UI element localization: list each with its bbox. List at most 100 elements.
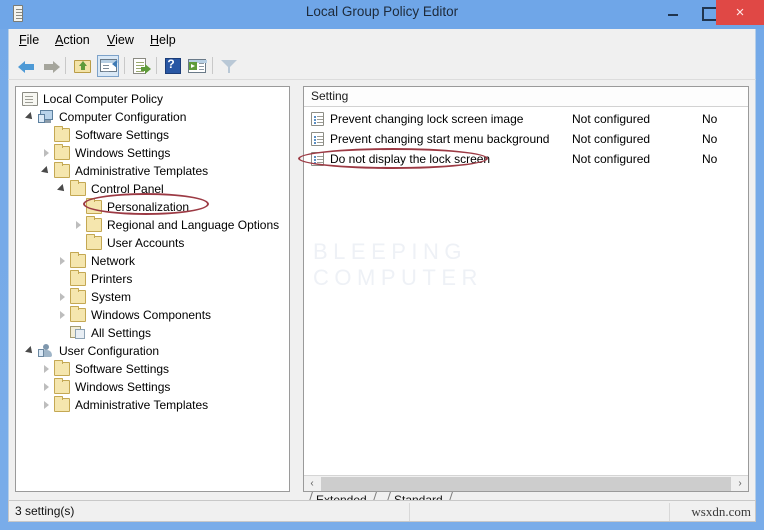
collapse-arrow-icon[interactable] [58,185,67,194]
tree-item[interactable]: Windows Settings [16,144,289,162]
menu-action-rest: ction [63,33,90,47]
collapse-arrow-icon[interactable] [26,347,35,356]
toolbar-separator-1 [65,57,66,74]
watermark-line-2: COMPUTER [313,265,483,290]
tree-item[interactable]: Windows Components [16,306,289,324]
help-icon[interactable]: ? [163,56,183,76]
tree-item-label: Printers [91,272,133,286]
policy-setting-icon [311,132,324,146]
back-icon[interactable] [17,56,37,76]
settings-list-pane[interactable]: Setting State Comment Prevent changing l… [303,86,749,492]
expand-arrow-icon[interactable] [74,221,83,230]
scroll-right-icon[interactable]: › [732,476,748,491]
export-list-icon[interactable] [131,56,151,76]
tree-item[interactable]: All Settings [16,324,289,342]
tree-item-label: System [91,290,132,304]
tree-item[interactable]: User Accounts [16,234,289,252]
scroll-left-icon[interactable]: ‹ [304,476,320,491]
setting-name: Prevent changing start menu background [330,132,550,146]
menu-help-rest: elp [159,33,176,47]
folder-icon [54,378,70,394]
setting-name: Do not display the lock screen [330,152,491,166]
setting-row[interactable]: Do not display the lock screen Not config… [304,149,748,169]
expand-arrow-icon[interactable] [42,149,51,158]
expand-arrow-icon[interactable] [58,257,67,266]
filter-icon[interactable] [219,56,239,76]
tree-item[interactable]: Printers [16,270,289,288]
status-divider-2 [669,503,670,521]
show-hide-action-pane-icon[interactable] [187,56,207,76]
collapse-arrow-icon[interactable] [42,167,51,176]
collapse-arrow-icon[interactable] [26,113,35,122]
column-header-setting[interactable]: Setting [311,89,348,107]
toolbar-separator-2 [124,57,125,74]
tree-item[interactable]: Personalization [16,198,289,216]
expand-arrow-icon[interactable] [58,293,67,302]
console-tree-pane[interactable]: Local Computer Policy Computer Configurat… [15,86,290,492]
forward-icon[interactable] [41,56,61,76]
tree-item[interactable]: Windows Settings [16,378,289,396]
tree-item[interactable]: System [16,288,289,306]
tree-item[interactable]: Software Settings [16,360,289,378]
all-settings-icon [70,326,86,340]
list-rows: Prevent changing lock screen image Not co… [304,109,748,169]
menu-view-rest: iew [115,33,134,47]
setting-state: Not configured [572,112,651,126]
setting-row[interactable]: Prevent changing lock screen image Not co… [304,109,748,129]
show-hide-console-tree-icon[interactable] [97,55,119,77]
menu-item-file[interactable]: File [15,32,43,48]
tree-item[interactable]: Administrative Templates [16,162,289,180]
tree-item-label: Computer Configuration [59,110,187,124]
setting-comment: No [702,132,718,146]
menu-item-help[interactable]: Help [146,32,180,48]
status-text: 3 setting(s) [15,504,75,518]
bleeping-computer-watermark: BLEEPING COMPUTER [313,239,483,291]
tree-item-label: Windows Settings [75,380,171,394]
minimize-button[interactable] [657,0,689,25]
folder-icon [70,288,86,304]
up-one-level-icon[interactable] [73,56,93,76]
scrollbar-thumb[interactable] [321,477,731,491]
tree-item[interactable]: Software Settings [16,126,289,144]
horizontal-scrollbar[interactable]: ‹ › [304,475,748,491]
tree-item[interactable]: Local Computer Policy [16,90,289,108]
user-icon [38,344,54,358]
folder-icon [54,144,70,160]
expand-arrow-icon[interactable] [42,383,51,392]
tree-item-label: User Accounts [107,236,185,250]
setting-state: Not configured [572,132,651,146]
tree-item-label: Software Settings [75,128,170,142]
menu-item-action[interactable]: Action [51,32,94,48]
expand-arrow-icon[interactable] [58,311,67,320]
tree-item[interactable]: User Configuration [16,342,289,360]
toolbar: ? [8,51,756,80]
tree-item-label: Windows Settings [75,146,171,160]
tree-item-label: Network [91,254,136,268]
tree-item[interactable]: Control Panel [16,180,289,198]
tree-item-label: Personalization [107,200,190,214]
computer-icon [38,110,54,124]
expand-arrow-icon[interactable] [42,365,51,374]
app-window: Local Group Policy Editor × File Action … [0,0,764,530]
policy-setting-icon [311,152,324,166]
expand-arrow-icon[interactable] [42,401,51,410]
watermark-line-1: BLEEPING [313,239,468,264]
menu-item-view[interactable]: View [103,32,138,48]
list-header: Setting State Comment [304,87,748,107]
close-icon: × [735,4,745,21]
tree-item[interactable]: Administrative Templates [16,396,289,414]
tree-item[interactable]: Computer Configuration [16,108,289,126]
tree-item-label: Control Panel [91,182,164,196]
tree-item-label: Software Settings [75,362,170,376]
tree-item-label: Administrative Templates [75,398,209,412]
status-bar: 3 setting(s) wsxdn.com [8,500,756,522]
folder-icon [86,234,102,250]
tree-item[interactable]: Network [16,252,289,270]
menu-file-rest: ile [26,33,40,47]
tree-item[interactable]: Regional and Language Options [16,216,289,234]
folder-icon [54,360,70,376]
close-button[interactable]: × [716,0,764,25]
status-divider-1 [409,503,410,521]
setting-row[interactable]: Prevent changing start menu background No… [304,129,748,149]
tree-item-label: Administrative Templates [75,164,209,178]
